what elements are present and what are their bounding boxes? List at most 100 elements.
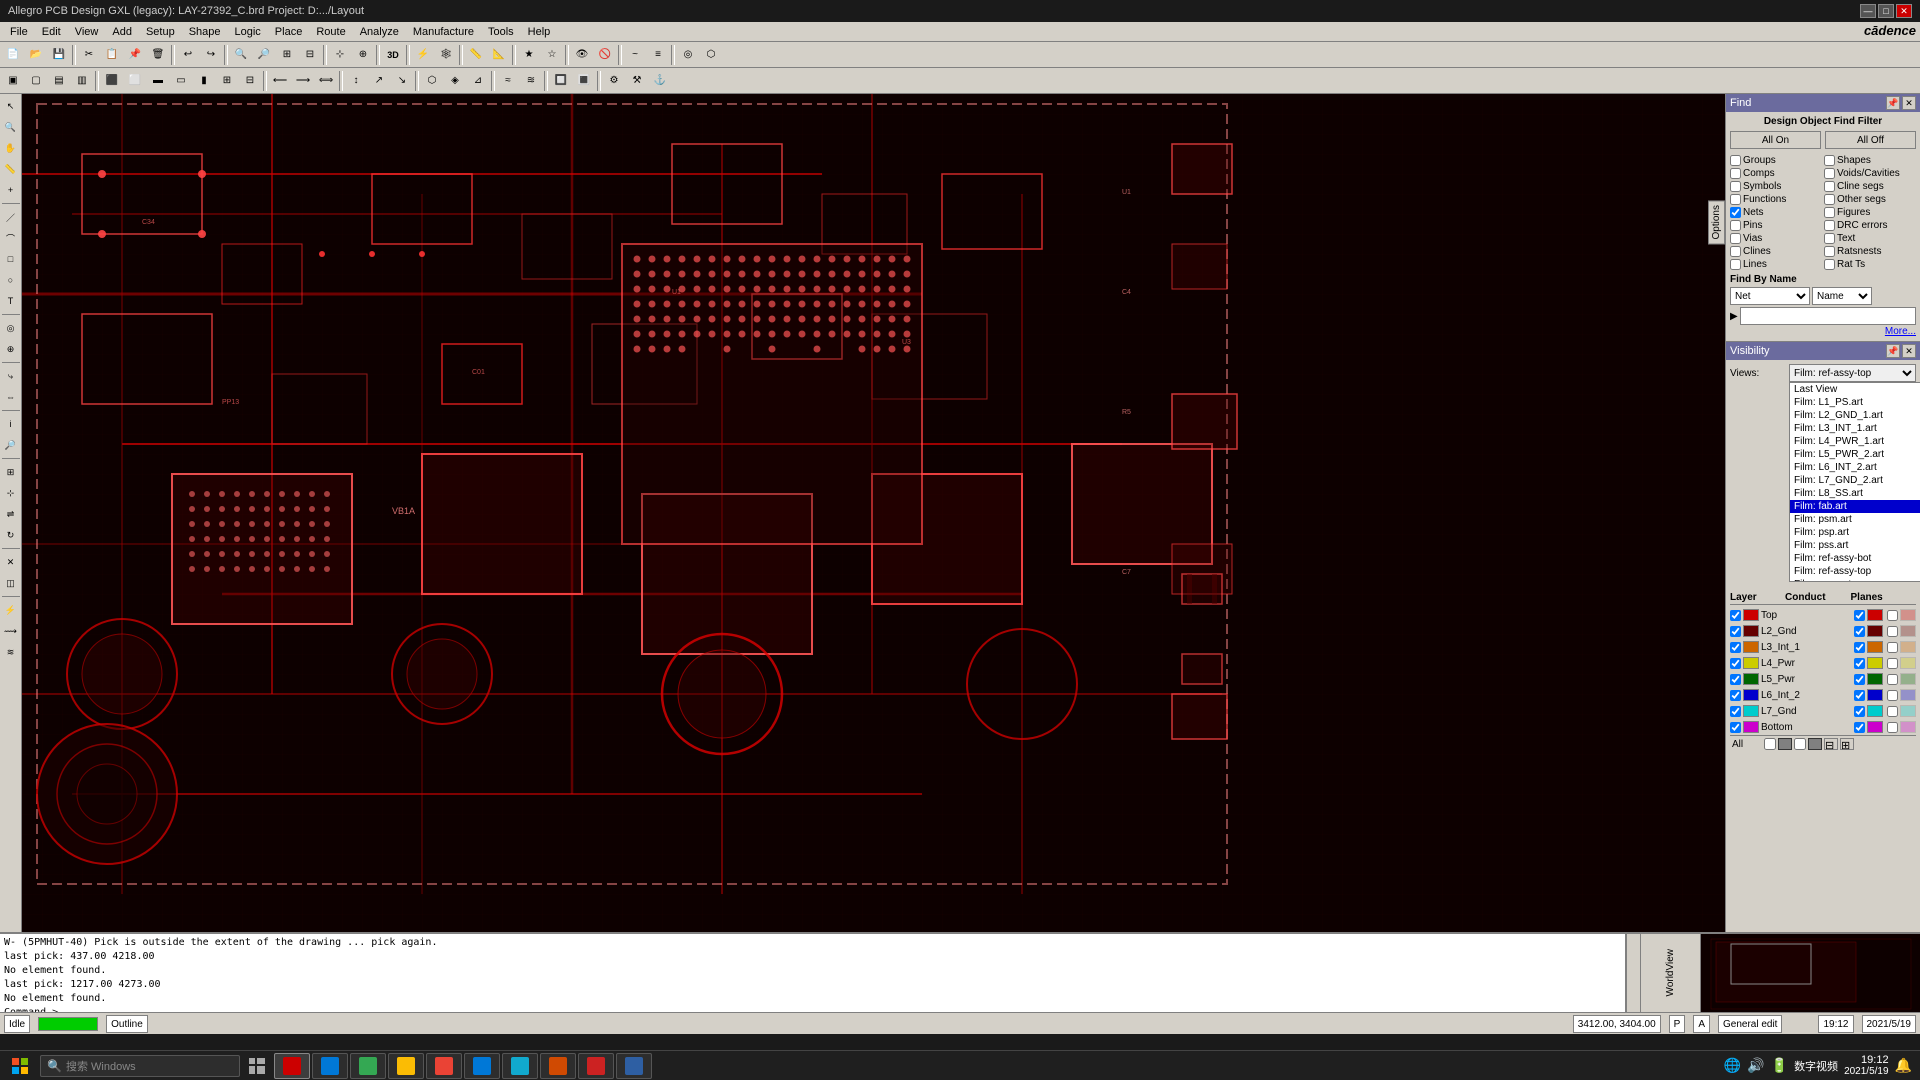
taskbar-app-2[interactable]	[312, 1053, 348, 1079]
tb2-btn13[interactable]: ⟶	[292, 70, 314, 92]
taskbar-app-6[interactable]	[464, 1053, 500, 1079]
zoom-out-button[interactable]: 🔎	[253, 44, 275, 66]
layer-l2gnd-planes-check[interactable]	[1887, 626, 1898, 637]
redo-button[interactable]: ↪	[200, 44, 222, 66]
dropdown-item-pss[interactable]: Film: pss.art	[1790, 539, 1920, 552]
check-comps-input[interactable]	[1730, 168, 1741, 179]
menu-setup[interactable]: Setup	[140, 22, 181, 42]
grid-button[interactable]: ⊹	[329, 44, 351, 66]
tb2-btn23[interactable]: 🔲	[550, 70, 572, 92]
all-off-button[interactable]: All Off	[1825, 131, 1916, 149]
views-dropdown-list[interactable]: Last View Film: L1_PS.art Film: L2_GND_1…	[1789, 382, 1920, 582]
check-drc-errors-input[interactable]	[1824, 220, 1835, 231]
layer-l7gnd-check[interactable]	[1730, 706, 1741, 717]
worldview-minimap[interactable]	[1700, 934, 1920, 1012]
new-button[interactable]: 📄	[2, 44, 24, 66]
dehighlight-button[interactable]: ☆	[541, 44, 563, 66]
check-nets-input[interactable]	[1730, 207, 1741, 218]
layer-top-planes-check[interactable]	[1887, 610, 1898, 621]
vis-all-check[interactable]	[1764, 738, 1776, 750]
drc-button[interactable]: ⚡	[412, 44, 434, 66]
menu-logic[interactable]: Logic	[229, 22, 267, 42]
tb2-btn27[interactable]: ⚓	[649, 70, 671, 92]
vis-panel-pin[interactable]: 📌	[1886, 344, 1900, 358]
zoom-fit-button[interactable]: ⊞	[276, 44, 298, 66]
check-pins-input[interactable]	[1730, 220, 1741, 231]
layer-l2gnd-check[interactable]	[1730, 626, 1741, 637]
dropdown-item-l5pwr[interactable]: Film: L5_PWR_2.art	[1790, 448, 1920, 461]
tb2-btn24[interactable]: 🔳	[573, 70, 595, 92]
dropdown-item-psp[interactable]: Film: psp.art	[1790, 526, 1920, 539]
paste-button[interactable]: 📌	[124, 44, 146, 66]
tb2-btn2[interactable]: ▢	[25, 70, 47, 92]
taskbar-app-5[interactable]	[426, 1053, 462, 1079]
dropdown-item-l1ps[interactable]: Film: L1_PS.art	[1790, 396, 1920, 409]
check-figures-input[interactable]	[1824, 207, 1835, 218]
tb2-btn12[interactable]: ⟵	[269, 70, 291, 92]
left-btn-drc[interactable]: ⚡	[1, 600, 21, 620]
tb2-btn3[interactable]: ▤	[48, 70, 70, 92]
layer-l4pwr-check[interactable]	[1730, 658, 1741, 669]
menu-help[interactable]: Help	[522, 22, 557, 42]
left-btn-rat[interactable]: ⟿	[1, 621, 21, 641]
tb2-btn16[interactable]: ↗	[368, 70, 390, 92]
menu-add[interactable]: Add	[106, 22, 138, 42]
zoom-window-button[interactable]: ⊟	[299, 44, 321, 66]
layer-l3int-planes-check[interactable]	[1887, 642, 1898, 653]
menu-tools[interactable]: Tools	[482, 22, 520, 42]
dropdown-item-l3int[interactable]: Film: L3_INT_1.art	[1790, 422, 1920, 435]
vis-all-conduct-check[interactable]	[1794, 738, 1806, 750]
rats-button[interactable]: 🕸	[435, 44, 457, 66]
dropdown-item-psm[interactable]: Film: psm.art	[1790, 513, 1920, 526]
check-ratsnests-input[interactable]	[1824, 246, 1835, 257]
zoom-in-button[interactable]: 🔍	[230, 44, 252, 66]
ruler-button[interactable]: 📏	[465, 44, 487, 66]
check-text-input[interactable]	[1824, 233, 1835, 244]
undo-button[interactable]: ↩	[177, 44, 199, 66]
check-voids-input[interactable]	[1824, 168, 1835, 179]
check-functions-input[interactable]	[1730, 194, 1741, 205]
check-clines-input[interactable]	[1730, 246, 1741, 257]
tb2-btn8[interactable]: ▭	[170, 70, 192, 92]
left-btn-pan[interactable]: ✋	[1, 138, 21, 158]
open-button[interactable]: 📂	[25, 44, 47, 66]
tb2-btn7[interactable]: ▬	[147, 70, 169, 92]
taskbar-app-4[interactable]	[388, 1053, 424, 1079]
check-vias-input[interactable]	[1730, 233, 1741, 244]
find-text-input[interactable]	[1740, 307, 1916, 325]
tb2-btn11[interactable]: ⊟	[239, 70, 261, 92]
layer-l4pwr-conduct-check[interactable]	[1854, 658, 1865, 669]
via-button[interactable]: ◎	[677, 44, 699, 66]
taskbar-app-allegro[interactable]	[274, 1053, 310, 1079]
tb2-btn1[interactable]: ▣	[2, 70, 24, 92]
left-btn-route[interactable]: ⤷	[1, 366, 21, 386]
left-btn-measure[interactable]: 📏	[1, 159, 21, 179]
layer-l4pwr-planes-check[interactable]	[1887, 658, 1898, 669]
tb2-btn10[interactable]: ⊞	[216, 70, 238, 92]
left-btn-select[interactable]: ↖	[1, 96, 21, 116]
layer-l7gnd-planes-check[interactable]	[1887, 706, 1898, 717]
tb2-btn19[interactable]: ◈	[444, 70, 466, 92]
tb2-btn21[interactable]: ≈	[497, 70, 519, 92]
hide-ele-button[interactable]: 🚫	[594, 44, 616, 66]
net-button[interactable]: ~	[624, 44, 646, 66]
layer-l2gnd-conduct-check[interactable]	[1854, 626, 1865, 637]
tb2-btn6[interactable]: ⬜	[124, 70, 146, 92]
left-btn-pin[interactable]: ⊕	[1, 339, 21, 359]
left-btn-place[interactable]: ⊞	[1, 462, 21, 482]
vis-all-btn2[interactable]: ⊞	[1840, 738, 1854, 750]
vis-panel-controls[interactable]: 📌 ✕	[1886, 344, 1916, 358]
left-btn-add[interactable]: +	[1, 180, 21, 200]
language-icon[interactable]: 数字视频	[1794, 1058, 1838, 1074]
network-icon[interactable]: 🌐	[1724, 1057, 1741, 1074]
left-btn-text[interactable]: T	[1, 291, 21, 311]
layer-top-check[interactable]	[1730, 610, 1741, 621]
find-type-dropdown[interactable]: Net Component Pin Via	[1730, 287, 1810, 305]
layer-bottom-conduct-check[interactable]	[1854, 722, 1865, 733]
left-btn-line[interactable]: ／	[1, 207, 21, 227]
taskbar-app-3[interactable]	[350, 1053, 386, 1079]
options-tab[interactable]: Options	[1708, 200, 1725, 244]
left-btn-prop[interactable]: i	[1, 414, 21, 434]
dropdown-item-l4pwr[interactable]: Film: L4_PWR_1.art	[1790, 435, 1920, 448]
maximize-button[interactable]: □	[1878, 4, 1894, 18]
